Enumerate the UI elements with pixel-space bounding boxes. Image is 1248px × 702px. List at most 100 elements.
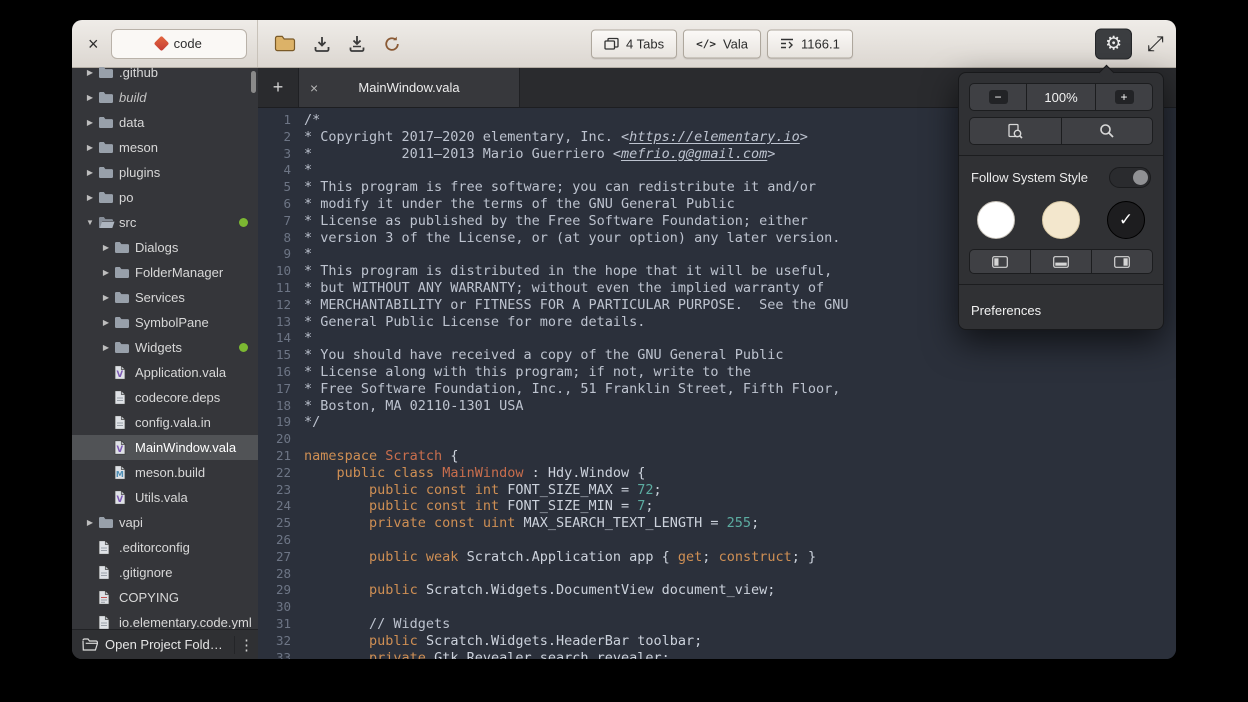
style-swatch-dark[interactable]: ✓ <box>1107 201 1145 239</box>
tree-item-label: Application.vala <box>135 365 258 380</box>
chevron-right-icon[interactable]: ▶ <box>82 143 98 152</box>
tree-item-utils-vala[interactable]: VUtils.vala <box>72 485 258 510</box>
popover-divider <box>959 284 1163 285</box>
chevron-right-icon[interactable]: ▶ <box>98 318 114 327</box>
chevron-right-icon[interactable]: ▶ <box>98 268 114 277</box>
line-content: */ <box>304 414 320 431</box>
follow-system-toggle[interactable] <box>1109 167 1151 188</box>
window-close-button[interactable]: × <box>88 35 99 53</box>
zoom-out-button[interactable]: − <box>969 83 1027 111</box>
style-swatch-sepia[interactable] <box>1042 201 1080 239</box>
line-number: 8 <box>258 230 304 247</box>
save-as-button[interactable] <box>348 35 366 53</box>
sidebar-scrollbar[interactable] <box>251 71 256 93</box>
chevron-right-icon[interactable]: ▶ <box>82 518 98 527</box>
tree-item-io-elementary-code-yml[interactable]: io.elementary.code.yml <box>72 610 258 629</box>
tree-item-label: Services <box>135 290 258 305</box>
toggle-right-panel-button[interactable] <box>1092 249 1153 274</box>
code-line: 17* Free Software Foundation, Inc., 51 F… <box>258 381 1176 398</box>
popover-divider <box>959 155 1163 156</box>
kebab-menu-icon[interactable]: ⋮ <box>234 636 254 654</box>
tree-item-services[interactable]: ▶ Services <box>72 285 258 310</box>
tree-item-vapi[interactable]: ▶vapi <box>72 510 258 535</box>
gear-icon: ⚙ <box>1105 34 1122 53</box>
history-button[interactable] <box>383 35 401 53</box>
folder-icon <box>114 316 135 329</box>
save-as-icon <box>348 35 366 53</box>
tree-item--github[interactable]: ▶.github <box>72 60 258 85</box>
line-content: public const int FONT_SIZE_MIN = 7; <box>304 498 654 515</box>
tabs-overview-button[interactable]: 4 Tabs <box>591 29 677 58</box>
tree-item-label: config.vala.in <box>135 415 258 430</box>
tree-item-foldermanager[interactable]: ▶FolderManager <box>72 260 258 285</box>
search-button[interactable] <box>1061 117 1154 145</box>
line-content: * <box>304 162 312 179</box>
line-content: * MERCHANTABILITY or FITNESS FOR A PARTI… <box>304 297 849 314</box>
chevron-right-icon[interactable]: ▶ <box>98 293 114 302</box>
tree-item-po[interactable]: ▶po <box>72 185 258 210</box>
tree-item-application-vala[interactable]: VApplication.vala <box>72 360 258 385</box>
follow-system-row: Follow System Style <box>969 166 1153 189</box>
project-chip[interactable]: code <box>111 29 247 59</box>
folder-icon <box>98 141 119 154</box>
folder-icon <box>114 341 135 354</box>
tree-item-meson[interactable]: ▶ meson <box>72 135 258 160</box>
find-button[interactable] <box>969 117 1061 145</box>
language-button[interactable]: </> Vala <box>683 29 761 58</box>
style-swatches: ✓ <box>969 189 1153 249</box>
tab-close-icon[interactable]: × <box>310 81 318 95</box>
chevron-down-icon[interactable]: ▼ <box>82 218 98 227</box>
code-line: 18* Boston, MA 02110-1301 USA <box>258 398 1176 415</box>
tree-item-data[interactable]: ▶ data <box>72 110 258 135</box>
tree-item-copying[interactable]: COPYING <box>72 585 258 610</box>
folder-icon <box>98 91 119 104</box>
chevron-right-icon[interactable]: ▶ <box>82 118 98 127</box>
tree-item-build[interactable]: ▶build <box>72 85 258 110</box>
line-number: 24 <box>258 498 304 515</box>
chevron-right-icon[interactable]: ▶ <box>98 343 114 352</box>
language-button-label: Vala <box>723 36 748 51</box>
cursor-position-label: 1166.1 <box>801 36 840 51</box>
chevron-right-icon[interactable]: ▶ <box>82 68 98 77</box>
tree-item-meson-build[interactable]: Mmeson.build <box>72 460 258 485</box>
tree-item-label: data <box>119 115 258 130</box>
zoom-in-button[interactable]: + <box>1095 83 1153 111</box>
chevron-right-icon[interactable]: ▶ <box>98 243 114 252</box>
tree-item-config-vala-in[interactable]: config.vala.in <box>72 410 258 435</box>
tree-item--editorconfig[interactable]: .editorconfig <box>72 535 258 560</box>
chevron-right-icon[interactable]: ▶ <box>82 193 98 202</box>
code-line: 23 public const int FONT_SIZE_MAX = 72; <box>258 482 1176 499</box>
tree-item-codecore-deps[interactable]: codecore.deps <box>72 385 258 410</box>
fetch-button[interactable] <box>313 35 331 53</box>
line-number: 9 <box>258 246 304 263</box>
tree-item-src[interactable]: ▼src <box>72 210 258 235</box>
tree-item-symbolpane[interactable]: ▶ SymbolPane <box>72 310 258 335</box>
open-folder-button[interactable] <box>274 35 296 52</box>
tree-item-label: SymbolPane <box>135 315 258 330</box>
tab-mainwindow[interactable]: × MainWindow.vala <box>298 68 520 107</box>
fullscreen-icon[interactable]: ⤢ <box>1147 33 1164 54</box>
style-swatch-light[interactable] <box>977 201 1015 239</box>
svg-text:V: V <box>117 495 124 505</box>
code-line: 19*/ <box>258 414 1176 431</box>
new-tab-button[interactable]: + <box>258 68 298 107</box>
tree-item-plugins[interactable]: ▶plugins <box>72 160 258 185</box>
folder-icon <box>98 166 119 179</box>
preferences-item[interactable]: Preferences <box>969 295 1153 319</box>
tree-item--gitignore[interactable]: .gitignore <box>72 560 258 585</box>
tree-item-widgets[interactable]: ▶Widgets <box>72 335 258 360</box>
chevron-right-icon[interactable]: ▶ <box>82 93 98 102</box>
chevron-right-icon[interactable]: ▶ <box>82 168 98 177</box>
code-line: 21namespace Scratch { <box>258 448 1176 465</box>
folder-icon <box>98 66 119 79</box>
toggle-bottom-panel-button[interactable] <box>1030 249 1092 274</box>
tree-item-label: meson <box>119 140 258 155</box>
open-project-folder-button[interactable]: Open Project Folder… ⋮ <box>72 629 258 659</box>
settings-button[interactable]: ⚙ <box>1095 28 1132 59</box>
code-line: 26 <box>258 532 1176 549</box>
toggle-sidebar-button[interactable] <box>969 249 1030 274</box>
goto-line-button[interactable]: 1166.1 <box>767 29 853 58</box>
tree-item-dialogs[interactable]: ▶Dialogs <box>72 235 258 260</box>
line-number: 6 <box>258 196 304 213</box>
tree-item-mainwindow-vala[interactable]: VMainWindow.vala <box>72 435 258 460</box>
